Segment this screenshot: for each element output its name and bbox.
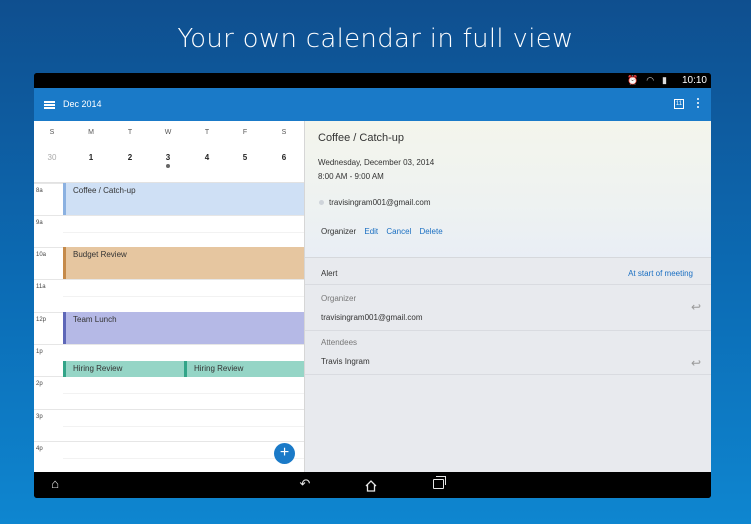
- tablet-screen: ⏰ ◠ ▮ 10:10 Dec 2014 11 S M T W T F S 30…: [34, 73, 711, 498]
- today-icon[interactable]: 11: [674, 99, 684, 109]
- battery-icon: ▮: [662, 75, 667, 85]
- date-cell[interactable]: 6: [274, 153, 294, 162]
- event-hiring-review[interactable]: Hiring Review: [63, 361, 185, 377]
- day-of-week-label: T: [127, 129, 133, 136]
- reply-icon[interactable]: ↩: [691, 301, 705, 313]
- event-coffee-catch-up[interactable]: Coffee / Catch-up: [63, 183, 304, 215]
- date-cell[interactable]: 30: [42, 153, 62, 162]
- date-cell[interactable]: 5: [235, 153, 255, 162]
- event-date: Wednesday, December 03, 2014: [318, 158, 435, 167]
- add-event-button[interactable]: +: [274, 443, 295, 464]
- organizer-section-label: Organizer: [321, 294, 357, 303]
- alarm-icon: ⏰: [626, 75, 639, 85]
- calendar-account-email: travisingram001@gmail.com: [319, 198, 431, 207]
- hour-row[interactable]: 9a: [34, 215, 304, 247]
- event-team-lunch[interactable]: Team Lunch: [63, 312, 304, 344]
- menu-icon[interactable]: [44, 101, 55, 109]
- date-cell-selected[interactable]: 3: [158, 153, 178, 162]
- alert-setting[interactable]: At start of meeting: [628, 269, 693, 278]
- status-time: 10:10: [681, 75, 707, 86]
- status-bar: ⏰ ◠ ▮ 10:10: [34, 73, 711, 88]
- wifi-icon: ◠: [646, 75, 655, 85]
- alert-label: Alert: [321, 269, 338, 278]
- hour-label: 9a: [36, 220, 43, 226]
- hour-row[interactable]: 11a: [34, 279, 304, 311]
- more-options-icon[interactable]: [695, 98, 701, 110]
- delete-button[interactable]: Delete: [420, 227, 443, 236]
- hour-label: 10a: [36, 252, 47, 258]
- collapse-icon[interactable]: ⌂: [46, 477, 64, 491]
- hour-label: 11a: [36, 284, 46, 290]
- day-of-week-label: W: [164, 129, 172, 136]
- android-nav-bar: ⌂ ↶: [34, 472, 711, 498]
- event-summary: Coffee / Catch-up Wednesday, December 03…: [305, 121, 711, 258]
- divider: [305, 284, 711, 285]
- app-bar: Dec 2014 11: [34, 88, 711, 121]
- event-time: 8:00 AM - 9:00 AM: [318, 172, 384, 181]
- divider: [305, 330, 711, 331]
- hour-label: 1p: [36, 349, 43, 355]
- hour-label: 12p: [36, 317, 47, 323]
- organizer-email: travisingram001@gmail.com: [321, 313, 423, 322]
- organizer-actions: Organizer Edit Cancel Delete: [321, 227, 443, 236]
- hour-label: 2p: [36, 381, 43, 387]
- home-icon[interactable]: [365, 479, 377, 492]
- event-title: Coffee / Catch-up: [318, 132, 405, 144]
- hour-label: 4p: [36, 446, 43, 452]
- week-header: S M T W T F S 30 1 2 3 4 5 6: [34, 121, 304, 183]
- month-title[interactable]: Dec 2014: [63, 99, 102, 109]
- hour-label: 8a: [36, 188, 43, 194]
- hour-row[interactable]: 3p: [34, 409, 304, 441]
- attendee-name: Travis Ingram: [321, 357, 370, 366]
- back-icon[interactable]: ↶: [296, 477, 314, 491]
- hour-row[interactable]: 2p: [34, 376, 304, 408]
- hour-row[interactable]: 4p: [34, 441, 304, 472]
- day-of-week-label: F: [242, 129, 248, 136]
- calendar-pane: S M T W T F S 30 1 2 3 4 5 6 8a 9a 10a 1…: [34, 121, 304, 472]
- date-cell[interactable]: 1: [81, 153, 101, 162]
- event-indicator-dot: [166, 164, 170, 168]
- day-of-week-label: S: [281, 129, 287, 136]
- date-cell[interactable]: 4: [197, 153, 217, 162]
- organizer-label: Organizer: [321, 227, 357, 236]
- day-of-week-label: S: [49, 129, 55, 136]
- divider: [305, 374, 711, 375]
- event-hiring-review[interactable]: Hiring Review: [184, 361, 304, 377]
- event-detail-pane: Coffee / Catch-up Wednesday, December 03…: [304, 121, 711, 472]
- date-cell[interactable]: 2: [120, 153, 140, 162]
- promo-headline: Your own calendar in full view: [177, 24, 574, 54]
- event-budget-review[interactable]: Budget Review: [63, 247, 304, 279]
- edit-button[interactable]: Edit: [364, 227, 378, 236]
- recent-apps-icon[interactable]: [433, 476, 446, 489]
- hour-label: 3p: [36, 414, 43, 420]
- cancel-button[interactable]: Cancel: [386, 227, 411, 236]
- day-of-week-label: T: [204, 129, 210, 136]
- reply-icon[interactable]: ↩: [691, 357, 705, 369]
- day-of-week-label: M: [88, 129, 94, 136]
- attendees-section-label: Attendees: [321, 338, 358, 347]
